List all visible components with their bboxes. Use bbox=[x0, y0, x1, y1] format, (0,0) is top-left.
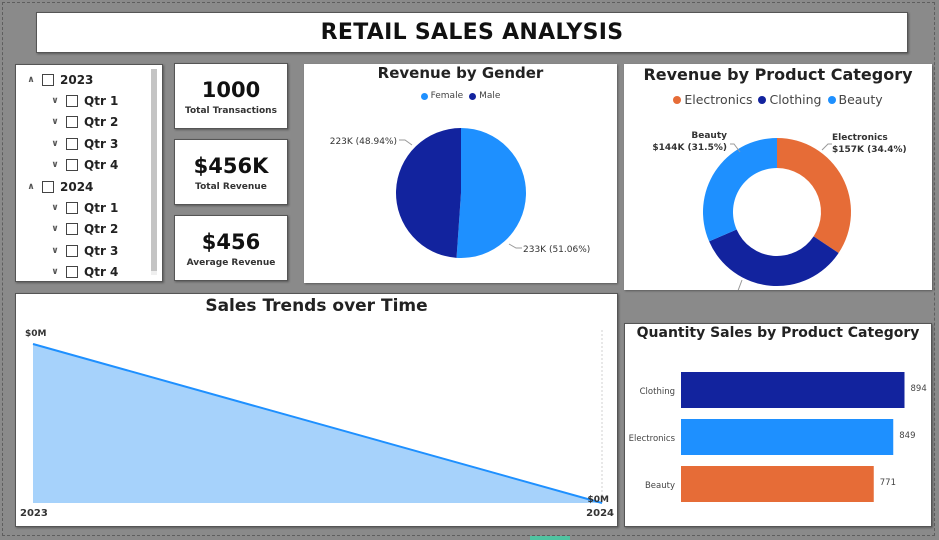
y-tick-label: Beauty bbox=[645, 481, 675, 491]
data-label-male: 223K (48.94%) bbox=[330, 137, 397, 147]
checkbox[interactable] bbox=[66, 137, 78, 150]
bar-beauty bbox=[681, 466, 874, 502]
slicer-item-qtr-3[interactable]: ∨ Qtr 3 bbox=[24, 133, 152, 154]
kpi-total-revenue[interactable]: $456K Total Revenue bbox=[174, 139, 288, 205]
slicer-item-label: 2024 bbox=[60, 179, 94, 194]
slicer-item-label: Qtr 3 bbox=[84, 136, 119, 151]
slicer-item-2023[interactable]: ∧ 2023 bbox=[24, 69, 152, 90]
slicer-item-qtr-3[interactable]: ∨ Qtr 3 bbox=[24, 240, 152, 261]
checkbox[interactable] bbox=[66, 266, 78, 279]
kpi-value: 1000 bbox=[201, 77, 261, 102]
kpi-total-transactions[interactable]: 1000 Total Transactions bbox=[174, 63, 288, 129]
checkbox[interactable] bbox=[66, 159, 78, 172]
chevron-down-icon[interactable]: ∨ bbox=[48, 160, 62, 170]
slicer-item-label: Qtr 1 bbox=[84, 201, 119, 216]
data-label: 849 bbox=[899, 431, 915, 441]
slicer-item-qtr-2[interactable]: ∨ Qtr 2 bbox=[24, 112, 152, 133]
x-tick-label: 2023 bbox=[20, 508, 48, 519]
kpi-value: $456 bbox=[201, 229, 261, 254]
slicer-list: ∧ 2023 ∨ Qtr 1 ∨ Qtr 2 ∨ Qtr 3 ∨ Qtr 4 ∧ 2024 ∨ Qtr 1… bbox=[24, 69, 152, 283]
data-label-electronics-name: Electronics bbox=[832, 133, 888, 143]
category-donut-chart: Electronics$157K (34.4%)Clothing $156K (… bbox=[652, 131, 907, 290]
checkbox[interactable] bbox=[66, 116, 78, 129]
checkbox[interactable] bbox=[42, 180, 54, 193]
checkbox[interactable] bbox=[42, 73, 54, 86]
sales-trend-visual[interactable]: Sales Trends over Time $0M $0M 2023 2024 bbox=[15, 293, 618, 527]
chevron-down-icon[interactable]: ∨ bbox=[48, 96, 62, 106]
checkbox[interactable] bbox=[66, 223, 78, 236]
kpi-average-revenue[interactable]: $456 Average Revenue bbox=[174, 215, 288, 281]
checkbox[interactable] bbox=[66, 202, 78, 215]
leader-line bbox=[737, 279, 743, 290]
revenue-by-gender-visual[interactable]: Revenue by Gender Female Male 233K (51.0… bbox=[304, 64, 617, 283]
slicer-item-qtr-2[interactable]: ∨ Qtr 2 bbox=[24, 219, 152, 240]
slicer-item-label: Qtr 2 bbox=[84, 115, 119, 130]
slicer-item-2024[interactable]: ∧ 2024 bbox=[24, 176, 152, 197]
leader-line bbox=[399, 139, 413, 146]
kpi-label: Total Revenue bbox=[195, 181, 267, 192]
chevron-up-icon[interactable]: ∧ bbox=[24, 182, 38, 192]
chevron-down-icon[interactable]: ∨ bbox=[48, 203, 62, 213]
slicer-item-qtr-1[interactable]: ∨ Qtr 1 bbox=[24, 90, 152, 111]
slicer-item-label: Qtr 1 bbox=[84, 94, 119, 109]
quantity-bar-chart: Clothing 894 Electronics 849 Beauty 771 bbox=[629, 372, 927, 502]
slicer-item-qtr-1[interactable]: ∨ Qtr 1 bbox=[24, 197, 152, 218]
data-label-beauty-name: Beauty bbox=[691, 131, 727, 141]
chevron-down-icon[interactable]: ∨ bbox=[48, 139, 62, 149]
page-tab-indicator bbox=[530, 536, 570, 540]
chevron-down-icon[interactable]: ∨ bbox=[48, 117, 62, 127]
slicer-item-label: Qtr 4 bbox=[84, 265, 119, 280]
kpi-label: Average Revenue bbox=[186, 257, 276, 268]
gender-pie-chart: 233K (51.06%) 223K (48.94%) bbox=[330, 128, 590, 258]
checkbox[interactable] bbox=[66, 244, 78, 257]
chevron-down-icon[interactable]: ∨ bbox=[48, 224, 62, 234]
chevron-down-icon[interactable]: ∨ bbox=[48, 246, 62, 256]
quantity-by-category-visual[interactable]: Quantity Sales by Product Category Cloth… bbox=[624, 323, 932, 527]
revenue-by-category-visual[interactable]: Revenue by Product Category Electronics … bbox=[624, 64, 932, 290]
y-tick-label: Electronics bbox=[629, 434, 676, 444]
x-tick-label: 2024 bbox=[586, 508, 614, 519]
donut-slice-beauty bbox=[703, 138, 777, 242]
data-label-beauty: $144K (31.5%) bbox=[652, 143, 727, 153]
donut-slice-electronics bbox=[777, 138, 851, 254]
sales-trend-area-chart: $0M $0M 2023 2024 bbox=[20, 329, 614, 519]
data-label: 894 bbox=[911, 384, 927, 394]
leader-line bbox=[821, 143, 832, 151]
chevron-down-icon[interactable]: ∨ bbox=[48, 267, 62, 277]
slicer-item-qtr-4[interactable]: ∨ Qtr 4 bbox=[24, 262, 152, 283]
pie-slice-male bbox=[395, 128, 461, 258]
pie-slice-female bbox=[456, 128, 526, 258]
data-label: 771 bbox=[880, 478, 896, 488]
slicer-item-label: Qtr 4 bbox=[84, 158, 119, 173]
data-label-start: $0M bbox=[25, 329, 47, 339]
kpi-label: Total Transactions bbox=[185, 105, 277, 116]
bar-electronics bbox=[681, 419, 894, 455]
leader-line bbox=[730, 143, 741, 153]
dashboard-title: RETAIL SALES ANALYSIS bbox=[36, 12, 908, 53]
data-label-end: $0M bbox=[588, 495, 610, 505]
slicer-item-qtr-4[interactable]: ∨ Qtr 4 bbox=[24, 155, 152, 176]
checkbox[interactable] bbox=[66, 95, 78, 108]
kpi-value: $456K bbox=[193, 153, 269, 178]
slicer-scrollbar[interactable] bbox=[151, 69, 157, 275]
data-label-female: 233K (51.06%) bbox=[523, 245, 590, 255]
y-tick-label: Clothing bbox=[640, 387, 675, 397]
slicer-item-label: Qtr 3 bbox=[84, 243, 119, 258]
date-slicer[interactable]: ∧ 2023 ∨ Qtr 1 ∨ Qtr 2 ∨ Qtr 3 ∨ Qtr 4 ∧ 2024 ∨ Qtr 1… bbox=[15, 64, 163, 282]
slicer-item-label: Qtr 2 bbox=[84, 222, 119, 237]
data-label-electronics: $157K (34.4%) bbox=[832, 145, 907, 155]
slicer-item-label: 2023 bbox=[60, 72, 94, 87]
bar-clothing bbox=[681, 372, 905, 408]
leader-line bbox=[508, 243, 522, 249]
chevron-up-icon[interactable]: ∧ bbox=[24, 75, 38, 85]
slicer-scroll-thumb[interactable] bbox=[151, 69, 157, 271]
